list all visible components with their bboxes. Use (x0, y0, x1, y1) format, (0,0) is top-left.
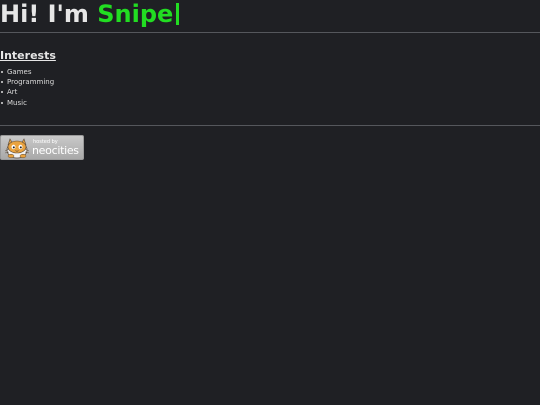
page-title: Hi! I'm Snipe (0, 0, 179, 28)
typing-cursor (176, 3, 179, 25)
interest-item: Art (0, 87, 54, 97)
greeting-text: Hi! I'm (0, 0, 98, 28)
badge-brand-label: neocities (32, 144, 79, 157)
interest-item: Games (0, 67, 54, 77)
bottom-divider (0, 125, 540, 126)
interest-item: Programming (0, 77, 54, 87)
interest-item: Music (0, 98, 54, 108)
page: Hi! I'm Snipe Interests Games Programming… (0, 0, 540, 405)
top-divider (0, 32, 540, 33)
name-text: Snipe (97, 0, 174, 28)
interests-list: Games Programming Art Music (0, 67, 54, 108)
neocities-badge-link[interactable]: hosted by neocities (0, 135, 84, 160)
neocities-cat-icon (4, 138, 30, 159)
interests-heading: Interests (0, 49, 56, 62)
